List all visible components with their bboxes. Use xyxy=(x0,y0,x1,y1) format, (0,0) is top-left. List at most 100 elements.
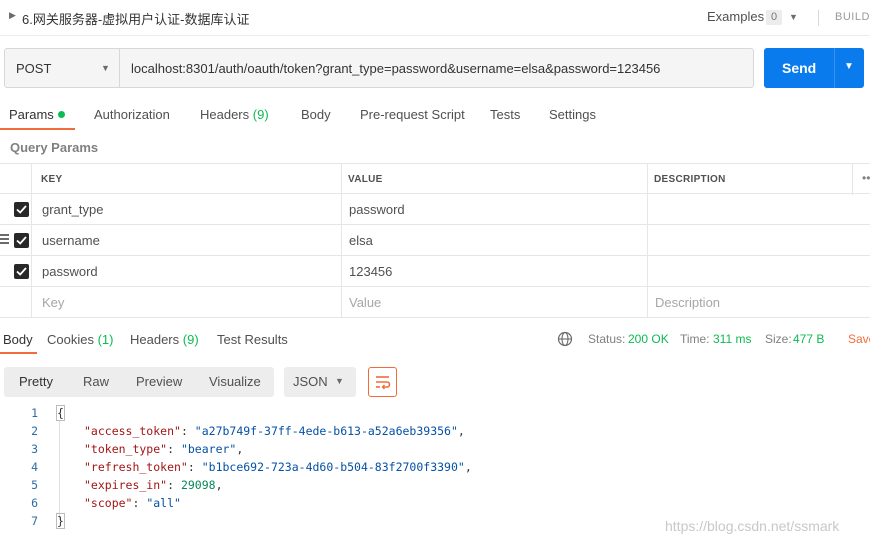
request-title[interactable]: 6.网关服务器-虚拟用户认证-数据库认证 xyxy=(22,9,250,28)
build-button[interactable]: BUILD xyxy=(835,11,870,23)
row-checkbox[interactable] xyxy=(14,264,29,279)
row-checkbox[interactable] xyxy=(14,233,29,248)
tab-prerequest-script[interactable]: Pre-request Script xyxy=(360,107,465,122)
tab-settings[interactable]: Settings xyxy=(549,107,596,122)
tab-response-headers[interactable]: Headers (9) xyxy=(130,332,199,347)
row-checkbox[interactable] xyxy=(14,202,29,217)
divider xyxy=(818,10,819,26)
json-value: "a27b749f-37ff-4ede-b613-a52a6eb39356" xyxy=(194,424,458,438)
tab-response-body[interactable]: Body xyxy=(3,332,33,347)
send-button[interactable]: Send ▼ xyxy=(764,48,864,88)
key-header: KEY xyxy=(31,164,342,195)
line-number: 3 xyxy=(31,442,38,456)
active-tab-underline xyxy=(0,352,37,354)
value-cell[interactable]: 123456 xyxy=(341,256,648,287)
line-number: 2 xyxy=(31,424,38,438)
value-cell[interactable]: elsa xyxy=(341,225,648,256)
format-label: JSON xyxy=(293,374,328,389)
json-key: "access_token" xyxy=(84,424,181,438)
tab-count: (1) xyxy=(97,332,114,347)
key-cell[interactable]: password xyxy=(31,256,342,287)
code-line: 2 "access_token": "a27b749f-37ff-4ede-b6… xyxy=(0,422,870,440)
json-value: "all" xyxy=(146,496,181,510)
description-cell[interactable] xyxy=(647,256,870,287)
tab-test-results[interactable]: Test Results xyxy=(217,332,288,347)
format-select[interactable]: JSON ▼ xyxy=(284,367,356,397)
divider xyxy=(834,48,835,88)
param-key: grant_type xyxy=(42,202,104,217)
tab-label: Headers xyxy=(200,107,250,122)
method-label: POST xyxy=(16,61,52,76)
table-row: username elsa xyxy=(0,225,870,256)
value-placeholder: Value xyxy=(349,295,382,310)
json-value: "b1bce692-723a-4d60-b504-83f2700f3390" xyxy=(201,460,465,474)
examples-dropdown-icon[interactable]: ▼ xyxy=(789,12,798,22)
send-options-icon[interactable]: ▼ xyxy=(844,61,854,72)
watermark: https://blog.csdn.net/ssmark xyxy=(665,518,840,534)
status-label: Status: xyxy=(588,332,626,346)
tab-label: Headers xyxy=(130,332,180,347)
description-cell[interactable] xyxy=(647,194,870,225)
json-key: "token_type" xyxy=(84,442,168,456)
pretty-button[interactable]: Pretty xyxy=(19,374,53,389)
key-cell[interactable]: grant_type xyxy=(31,194,342,225)
json-key: "refresh_token" xyxy=(84,460,188,474)
visualize-button[interactable]: Visualize xyxy=(209,374,261,389)
time-value[interactable]: 311 ms xyxy=(713,332,751,346)
size-value[interactable]: 477 B xyxy=(793,332,824,346)
tab-tests[interactable]: Tests xyxy=(490,107,520,122)
examples-button[interactable]: Examples xyxy=(707,9,764,24)
url-text: localhost:8301/auth/oauth/token?grant_ty… xyxy=(131,61,661,76)
expand-caret-icon[interactable]: ▶ xyxy=(9,10,16,21)
tab-cookies[interactable]: Cookies (1) xyxy=(47,332,113,347)
code-line: 3 "token_type": "bearer", xyxy=(0,440,870,458)
wrap-icon xyxy=(376,376,391,390)
more-icon: ••• xyxy=(862,171,870,185)
time-label: Time: xyxy=(680,332,710,346)
code-line: 6 "scope": "all" xyxy=(0,494,870,512)
key-cell[interactable]: username xyxy=(31,225,342,256)
tab-authorization[interactable]: Authorization xyxy=(94,107,170,122)
param-value: password xyxy=(349,202,405,217)
close-brace: } xyxy=(56,513,65,529)
tab-headers[interactable]: Headers (9) xyxy=(200,107,269,122)
table-row: password 123456 xyxy=(0,256,870,287)
status-value[interactable]: 200 OK xyxy=(628,332,669,346)
more-options[interactable]: ••• xyxy=(852,164,870,195)
tab-body[interactable]: Body xyxy=(301,107,331,122)
chevron-down-icon: ▼ xyxy=(335,376,344,386)
line-number: 5 xyxy=(31,478,38,492)
header-label: DESCRIPTION xyxy=(654,174,726,185)
tab-label: Cookies xyxy=(47,332,94,347)
description-cell[interactable] xyxy=(647,225,870,256)
param-value: 123456 xyxy=(349,264,393,279)
raw-button[interactable]: Raw xyxy=(83,374,109,389)
tab-params[interactable]: Params xyxy=(9,107,65,122)
drag-handle-icon[interactable] xyxy=(0,234,9,246)
url-input[interactable]: localhost:8301/auth/oauth/token?grant_ty… xyxy=(119,48,754,88)
method-select[interactable]: POST ▼ xyxy=(4,48,120,88)
value-header: VALUE xyxy=(341,164,648,195)
description-header: DESCRIPTION xyxy=(647,164,853,195)
response-tabs: Body Cookies (1) Headers (9) Test Result… xyxy=(0,325,870,355)
key-input[interactable]: Key xyxy=(31,287,342,318)
value-input[interactable]: Value xyxy=(341,287,648,318)
tab-label: Params xyxy=(9,107,54,122)
json-field: "expires_in": 29098, xyxy=(84,478,223,492)
active-tab-underline xyxy=(0,128,75,130)
code-line: 4 "refresh_token": "b1bce692-723a-4d60-b… xyxy=(0,458,870,476)
line-number: 6 xyxy=(31,496,38,510)
code-line: 5 "expires_in": 29098, xyxy=(0,476,870,494)
wrap-lines-button[interactable] xyxy=(368,367,397,397)
globe-icon[interactable] xyxy=(557,331,573,347)
json-key: "scope" xyxy=(84,496,133,510)
value-cell[interactable]: password xyxy=(341,194,648,225)
active-indicator-dot xyxy=(57,111,65,118)
line-number: 7 xyxy=(31,514,38,528)
send-label: Send xyxy=(782,60,817,76)
preview-button[interactable]: Preview xyxy=(136,374,182,389)
save-response-button[interactable]: Save xyxy=(848,332,870,346)
param-value: elsa xyxy=(349,233,373,248)
query-params-heading: Query Params xyxy=(10,140,99,155)
description-input[interactable]: Description xyxy=(647,287,870,318)
